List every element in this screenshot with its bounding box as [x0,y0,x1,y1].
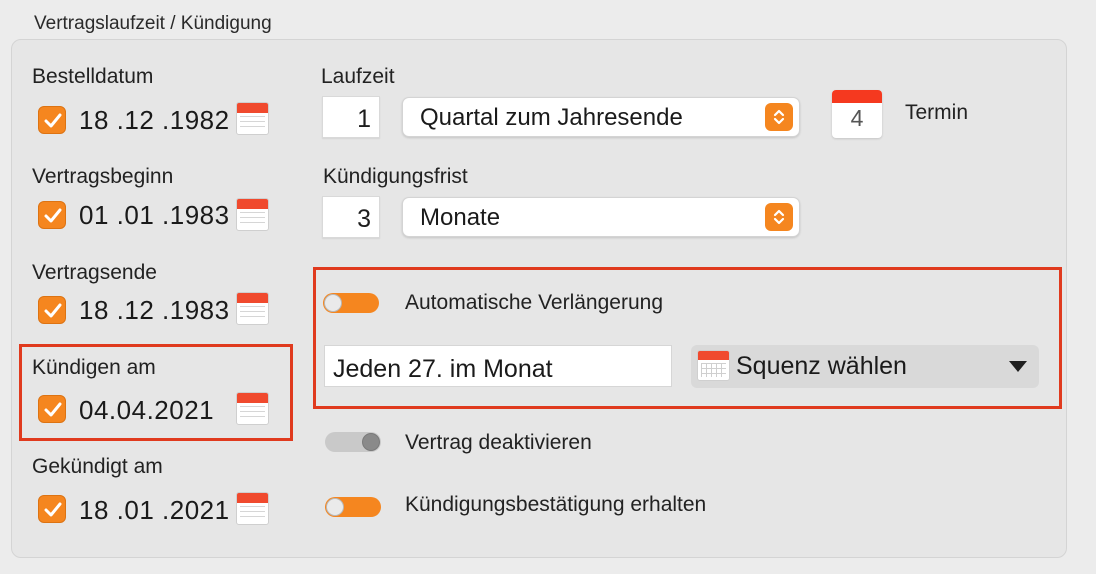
notice-period-unit-select[interactable]: Monate [402,197,800,237]
appointment-day: 4 [850,105,864,131]
contract-end-checkbox[interactable] [38,296,66,324]
duration-unit-value: Quartal zum Jahresende [420,104,683,131]
notice-period-label: Kündigungsfrist [323,165,468,188]
calendar-icon[interactable] [236,492,269,525]
dropdown-arrow-icon [1009,361,1027,372]
checkmark-icon [44,502,62,517]
deactivate-label: Vertrag deaktivieren [405,431,592,454]
calendar-icon[interactable] [236,198,269,231]
cancelled-on-label: Gekündigt am [32,455,163,478]
calendar-grid-icon [697,350,730,381]
calendar-icon[interactable] [236,392,269,425]
sequence-text-field[interactable]: Jeden 27. im Monat [324,345,672,387]
order-date-value[interactable]: 18 .12 .1982 [79,105,230,136]
auto-renewal-toggle[interactable] [323,293,379,313]
cancelled-on-value[interactable]: 18 .01 .2021 [79,495,230,526]
duration-amount-input[interactable]: 1 [322,96,380,138]
deactivate-toggle[interactable] [325,432,381,452]
cancel-on-checkbox[interactable] [38,395,66,423]
order-date-label: Bestelldatum [32,65,154,88]
cancel-on-value[interactable]: 04.04.2021 [79,395,214,426]
calendar-icon[interactable] [236,102,269,135]
contract-start-label: Vertragsbeginn [32,165,174,188]
checkmark-icon [44,402,62,417]
contract-end-value[interactable]: 18 .12 .1983 [79,295,230,326]
duration-unit-select[interactable]: Quartal zum Jahresende [402,97,800,137]
cancel-on-label: Kündigen am [32,356,156,379]
contract-end-label: Vertragsende [32,261,157,284]
section-title: Vertragslaufzeit / Kündigung [34,13,272,34]
contract-start-checkbox[interactable] [38,201,66,229]
up-down-chevron-icon [765,203,793,231]
checkmark-icon [44,303,62,318]
calendar-icon[interactable] [236,292,269,325]
confirmation-label: Kündigungsbestätigung erhalten [405,493,707,516]
checkmark-icon [44,208,62,223]
up-down-chevron-icon [765,103,793,131]
notice-period-unit-value: Monate [420,204,501,231]
order-date-checkbox[interactable] [38,106,66,134]
notice-period-amount-input[interactable]: 3 [322,196,380,238]
appointment-calendar-icon[interactable]: 4 [832,90,882,138]
sequence-select[interactable]: Squenz wählen [691,345,1039,388]
appointment-label: Termin [905,101,969,124]
checkmark-icon [44,113,62,128]
contract-start-value[interactable]: 01 .01 .1983 [79,200,230,231]
auto-renewal-label: Automatische Verlängerung [405,291,663,314]
sequence-select-label: Squenz wählen [736,352,907,380]
confirmation-toggle[interactable] [325,497,381,517]
cancelled-on-checkbox[interactable] [38,495,66,523]
duration-label: Laufzeit [321,65,395,88]
